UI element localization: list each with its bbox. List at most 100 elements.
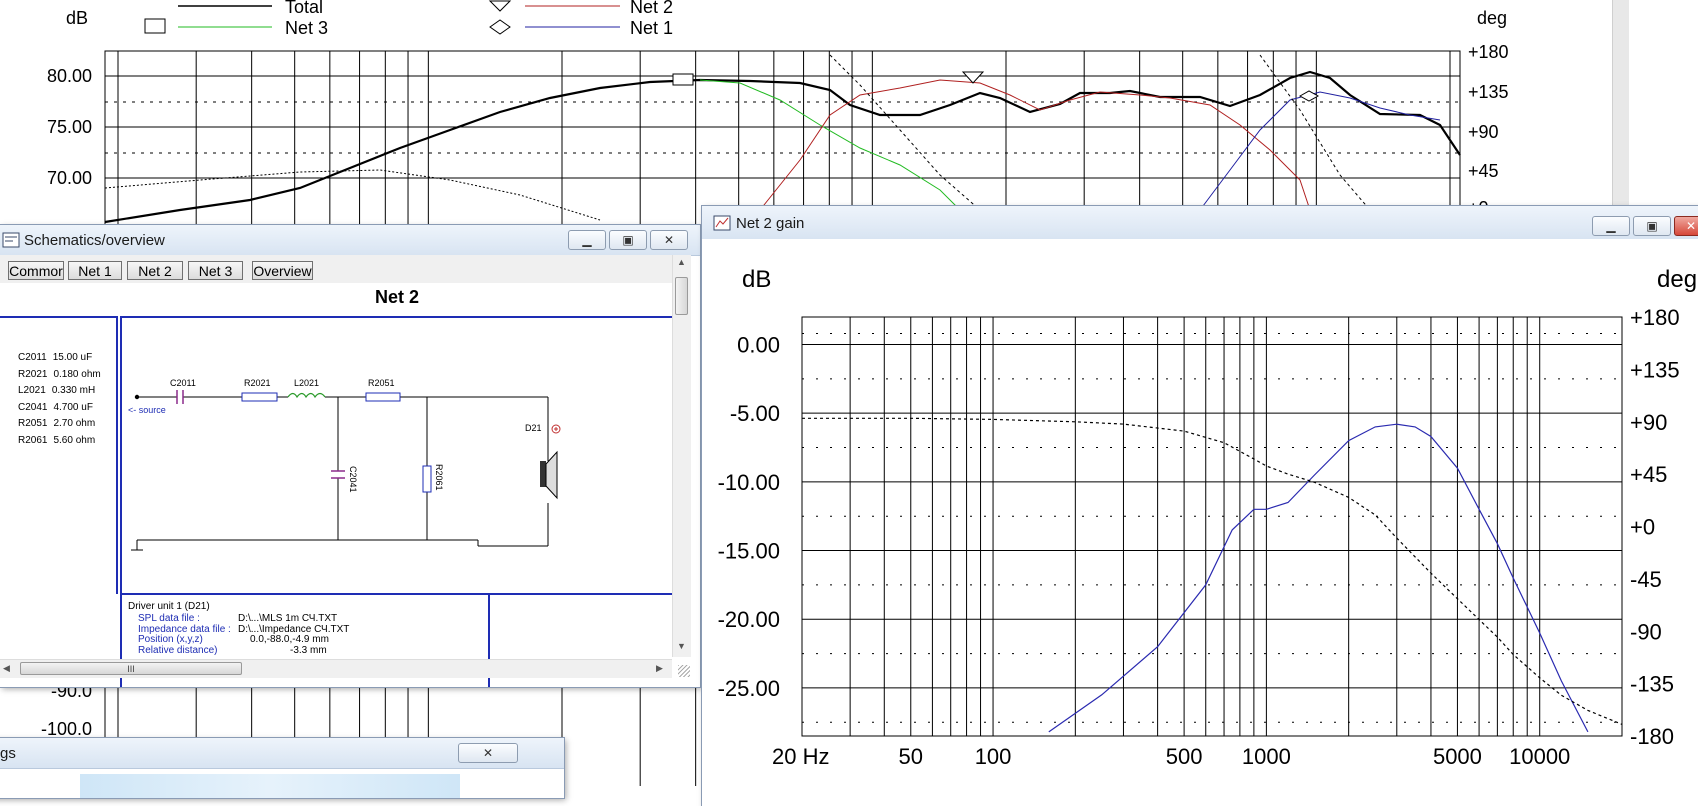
scroll-up-arrow-icon[interactable]: ▲ [677, 257, 686, 267]
close-icon: ✕ [663, 233, 675, 247]
net2-gain-window: Net 2 gain ▁ ▣ ✕ dB deg 0.00 -5.00 -10.00 -15… [702, 206, 1698, 806]
component-ref: C2011 [18, 352, 47, 363]
small-dialog-close-button[interactable]: ✕ [458, 743, 518, 763]
component-ref: R2021 [18, 368, 48, 380]
schematics-close-button[interactable]: ✕ [650, 230, 688, 250]
gain-y-tick-label: -25.00 [718, 676, 780, 701]
tab-net3[interactable]: Net 3 [188, 261, 243, 280]
minimize-icon: ▁ [582, 233, 592, 247]
component-value: 5.60 ohm [53, 434, 96, 446]
schematics-horizontal-scrollbar[interactable]: ◀ III ▶ [0, 659, 672, 678]
maximize-icon: ▣ [1646, 219, 1658, 233]
gain-x-tick-label: 500 [1166, 744, 1203, 769]
gain-y2-tick-label: -90 [1630, 619, 1662, 644]
small-dialog-body [80, 774, 460, 798]
resize-grip-icon[interactable] [678, 665, 690, 677]
schematics-maximize-button[interactable]: ▣ [609, 230, 647, 250]
driver-info-value: 0.0,-88.0,-4.9 mm [250, 634, 329, 645]
driver-info-value: -3.3 mm [290, 644, 327, 656]
small-dialog-titlebar: gs ✕ [0, 738, 564, 769]
bg-right-unit: deg [1477, 8, 1507, 28]
label-r2051: R2051 [368, 378, 395, 388]
net2-minimize-button[interactable]: ▁ [1592, 216, 1630, 236]
gain-x-tick-label: 10000 [1509, 744, 1570, 769]
scroll-left-arrow-icon[interactable]: ◀ [3, 663, 10, 674]
small-dialog-title: gs [0, 745, 16, 762]
legend-net3: Net 3 [285, 18, 328, 38]
gain-y-tick-label: 0.00 [737, 332, 780, 357]
component-value: 0.330 mH [51, 385, 96, 396]
tab-net2[interactable]: Net 2 [127, 261, 183, 280]
component-row: L2021 0.330 mH [18, 385, 95, 396]
bg-left-tick-70: 70.00 [47, 168, 92, 188]
schematics-minimize-button[interactable]: ▁ [568, 230, 606, 250]
scroll-down-arrow-icon[interactable]: ▼ [677, 641, 686, 651]
gain-y2-tick-label: +90 [1630, 410, 1667, 435]
gain-y-tick-label: -5.00 [730, 401, 780, 426]
net-heading: Net 2 [375, 287, 420, 307]
driver-info-label: Impedance data file : [138, 623, 231, 635]
chart-window-icon [713, 215, 731, 231]
bg-right-tick-135: +135 [1468, 82, 1509, 102]
gain-y2-tick-label: -135 [1630, 672, 1674, 697]
component-row: C2011 15.00 uF [18, 352, 92, 363]
gain-y-tick-label: -10.00 [718, 470, 780, 495]
close-icon: ✕ [482, 746, 494, 760]
bg-left-tick-80: 80.00 [47, 66, 92, 86]
label-c2011: C2011 [170, 378, 196, 388]
legend-net1: Net 1 [630, 18, 673, 38]
schematics-titlebar: Schematics/overview ▁ ▣ ✕ [0, 225, 700, 256]
label-source: <- source [128, 405, 166, 415]
net2-maximize-button[interactable]: ▣ [1633, 216, 1671, 236]
label-r2021: R2021 [244, 378, 271, 388]
component-list-panel: C2011 15.00 uF R2021 0.180 ohm L2021 0.330 mH… [0, 316, 118, 594]
gain-x-tick-label: 1000 [1242, 744, 1291, 769]
gain-y-tick-label: -15.00 [718, 539, 780, 564]
small-dialog-window: gs ✕ [0, 738, 564, 798]
driver-info-value: D:\...\Impedance СЧ.TXT [238, 623, 350, 635]
label-driver-d21: D21 [525, 423, 542, 433]
component-ref: R2061 [18, 434, 48, 446]
tab-net1[interactable]: Net 1 [68, 261, 122, 280]
component-ref: R2051 [18, 418, 48, 429]
bg-left-unit: dB [66, 8, 88, 28]
background-vertical-scrollbar[interactable] [1612, 0, 1629, 206]
net2-close-button[interactable]: ✕ [1674, 216, 1698, 236]
component-row: R2021 0.180 ohm [18, 369, 101, 380]
gain-x-tick-label: 100 [975, 744, 1012, 769]
label-c2041: C2041 [348, 466, 358, 493]
schematics-vertical-scrollbar[interactable]: ▲ ▼ [672, 255, 691, 657]
gain-y2-tick-label: +45 [1630, 462, 1667, 487]
component-ref: L2021 [18, 385, 46, 396]
driver-info-label: Relative distance) [138, 644, 218, 656]
gain-y2-tick-label: +135 [1630, 357, 1680, 382]
bg-left-tick-75: 75.00 [47, 117, 92, 137]
gain-x-tick-label: 5000 [1433, 744, 1482, 769]
tab-overview[interactable]: Overview [252, 261, 313, 280]
scroll-right-arrow-icon[interactable]: ▶ [656, 663, 663, 674]
gain-y2label: deg [1657, 266, 1697, 293]
scroll-grip-icon: III [127, 664, 135, 674]
gain-y-tick-label: -20.00 [718, 607, 780, 632]
gain-ylabel: dB [742, 266, 771, 293]
component-value: 0.180 ohm [53, 368, 101, 380]
label-r2061: R2061 [434, 464, 444, 491]
schematic-diagram: C2011 R2021 L2021 R2051 C2041 R2061 <- s… [128, 378, 561, 551]
vertical-scroll-thumb[interactable] [675, 277, 688, 315]
net2-gain-titlebar: Net 2 gain ▁ ▣ ✕ [702, 206, 1698, 240]
component-row: R2051 2.70 ohm [18, 418, 95, 429]
gain-y2-tick-label: +180 [1630, 305, 1680, 330]
gain-y2-tick-label: +0 [1630, 515, 1655, 540]
gain-y2-tick-label: -180 [1630, 724, 1674, 749]
component-row: R2061 5.60 ohm [18, 435, 95, 446]
bg-left-tick-minus100: -100.0 [41, 719, 92, 739]
bg-right-tick-90: +90 [1468, 122, 1499, 142]
net2-gain-title: Net 2 gain [736, 215, 805, 232]
schematics-title: Schematics/overview [24, 232, 165, 249]
schematic-app-icon [2, 232, 20, 248]
component-row: C2041 4.700 uF [18, 402, 93, 413]
driver-info-value: D:\...\MLS 1m СЧ.TXT [238, 613, 338, 624]
bg-right-tick-45: +45 [1468, 161, 1499, 181]
tab-common[interactable]: Commor [8, 261, 64, 280]
horizontal-scroll-thumb[interactable]: III [20, 662, 242, 675]
